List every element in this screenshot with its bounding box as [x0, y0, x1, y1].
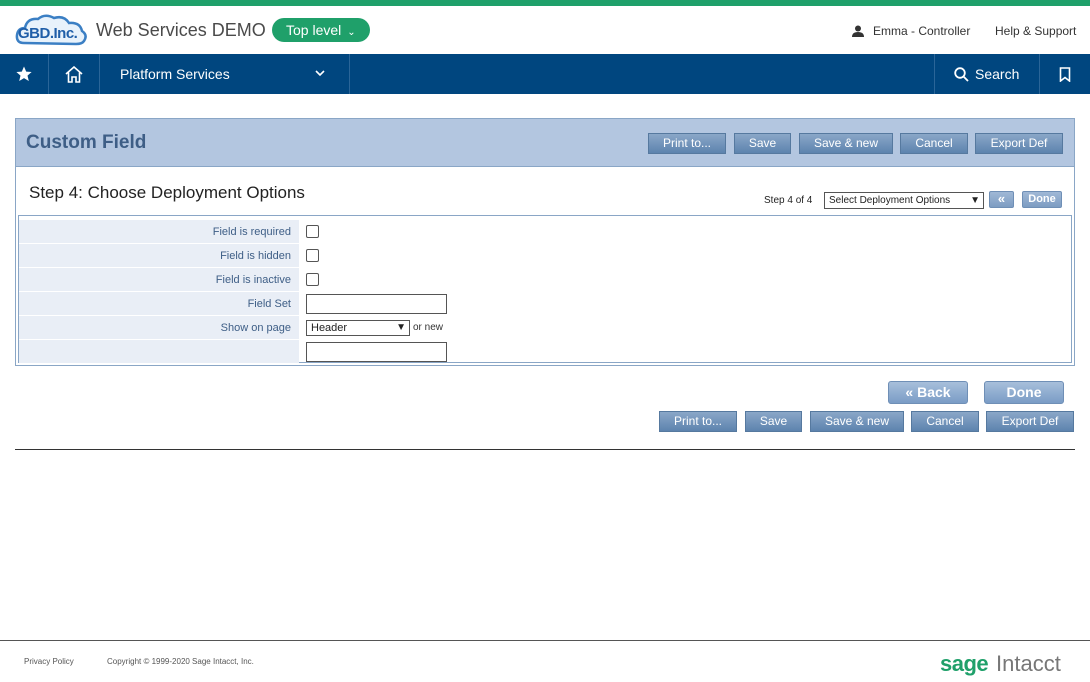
nav-divider: [99, 54, 100, 94]
save-and-new-button[interactable]: Save & new: [799, 133, 893, 154]
field-inactive-checkbox[interactable]: [306, 273, 319, 286]
main-nav-bar: Platform Services Search: [0, 54, 1090, 94]
chevron-down-icon: ▼: [396, 322, 406, 333]
export-def-button[interactable]: Export Def: [975, 133, 1063, 154]
back-button[interactable]: « Back: [888, 381, 968, 404]
custom-field-panel: Custom Field Print to... Save Save & new…: [15, 118, 1075, 366]
chevron-down-icon[interactable]: [315, 68, 325, 78]
nav-divider: [349, 54, 350, 94]
entity-level-label: Top level: [286, 22, 342, 38]
print-to-button-bottom[interactable]: Print to...: [659, 411, 737, 432]
panel-header: Custom Field Print to... Save Save & new…: [16, 119, 1074, 167]
field-hidden-label: Field is hidden: [220, 250, 291, 262]
nav-divider: [934, 54, 935, 94]
platform-services-menu[interactable]: Platform Services: [120, 54, 230, 94]
deployment-options-form: Field is required Field is hidden Field …: [18, 215, 1072, 363]
step-select-dropdown[interactable]: Select Deployment Options ▼: [824, 192, 984, 209]
done-button[interactable]: Done: [984, 381, 1064, 404]
favorites-button[interactable]: [0, 54, 48, 94]
show-on-page-label: Show on page: [220, 322, 291, 334]
chevron-down-icon: ⌄: [347, 27, 356, 38]
user-name: Emma - Controller: [873, 24, 971, 38]
star-icon: [16, 66, 32, 81]
previous-step-button[interactable]: «: [989, 191, 1014, 208]
bookmark-icon: [1059, 66, 1071, 82]
cancel-button-bottom[interactable]: Cancel: [911, 411, 979, 432]
copyright-text: Copyright © 1999-2020 Sage Intacct, Inc.: [107, 657, 254, 666]
form-row: Field is required: [19, 220, 299, 243]
field-required-label: Field is required: [212, 226, 291, 238]
bookmark-button[interactable]: [1040, 54, 1090, 94]
form-row: Show on page: [19, 316, 299, 339]
sage-logo: sage: [940, 651, 989, 676]
company-logo[interactable]: GBD.Inc.: [14, 13, 88, 49]
step-counter: Step 4 of 4: [764, 195, 813, 206]
app-header: GBD.Inc. Web Services DEMO Top level ⌄ Em…: [0, 6, 1090, 54]
step-select-value: Select Deployment Options: [829, 195, 951, 206]
search-label: Search: [975, 66, 1020, 82]
cancel-button[interactable]: Cancel: [900, 133, 968, 154]
search-button[interactable]: Search: [954, 54, 1019, 94]
show-on-page-select[interactable]: Header ▼: [306, 320, 410, 336]
field-required-checkbox[interactable]: [306, 225, 319, 238]
logo-text: GBD.Inc.: [18, 25, 78, 42]
field-set-label: Field Set: [247, 298, 291, 310]
form-row: [19, 340, 299, 363]
print-to-button[interactable]: Print to...: [648, 133, 726, 154]
divider: [15, 449, 1075, 450]
export-def-button-bottom[interactable]: Export Def: [986, 411, 1074, 432]
search-icon: [954, 66, 969, 82]
user-icon: [852, 25, 864, 37]
field-inactive-label: Field is inactive: [215, 274, 291, 286]
home-button[interactable]: [49, 54, 99, 94]
step-title: Step 4: Choose Deployment Options: [29, 183, 305, 202]
done-mini-button[interactable]: Done: [1022, 191, 1062, 208]
form-row: Field is hidden: [19, 244, 299, 267]
entity-level-dropdown[interactable]: Top level ⌄: [272, 18, 370, 42]
or-new-label: or new: [413, 322, 444, 333]
company-name: Web Services DEMO: [96, 20, 266, 40]
save-button-bottom[interactable]: Save: [745, 411, 802, 432]
intacct-logo: Intacct: [996, 651, 1061, 676]
page-title: Custom Field: [26, 132, 147, 153]
user-menu[interactable]: Emma - Controller: [852, 24, 970, 38]
save-and-new-button-bottom[interactable]: Save & new: [810, 411, 904, 432]
new-page-input[interactable]: [306, 342, 447, 362]
field-set-input[interactable]: [306, 294, 447, 314]
help-support-link[interactable]: Help & Support: [995, 24, 1076, 38]
privacy-policy-link[interactable]: Privacy Policy: [24, 657, 74, 666]
show-on-page-value: Header: [311, 322, 348, 334]
form-row: Field Set: [19, 292, 299, 315]
field-hidden-checkbox[interactable]: [306, 249, 319, 262]
form-row: Field is inactive: [19, 268, 299, 291]
home-icon: [65, 65, 83, 83]
chevron-down-icon: ▼: [970, 195, 980, 206]
save-button[interactable]: Save: [734, 133, 791, 154]
page-footer: Privacy Policy Copyright © 1999-2020 Sag…: [0, 640, 1090, 682]
